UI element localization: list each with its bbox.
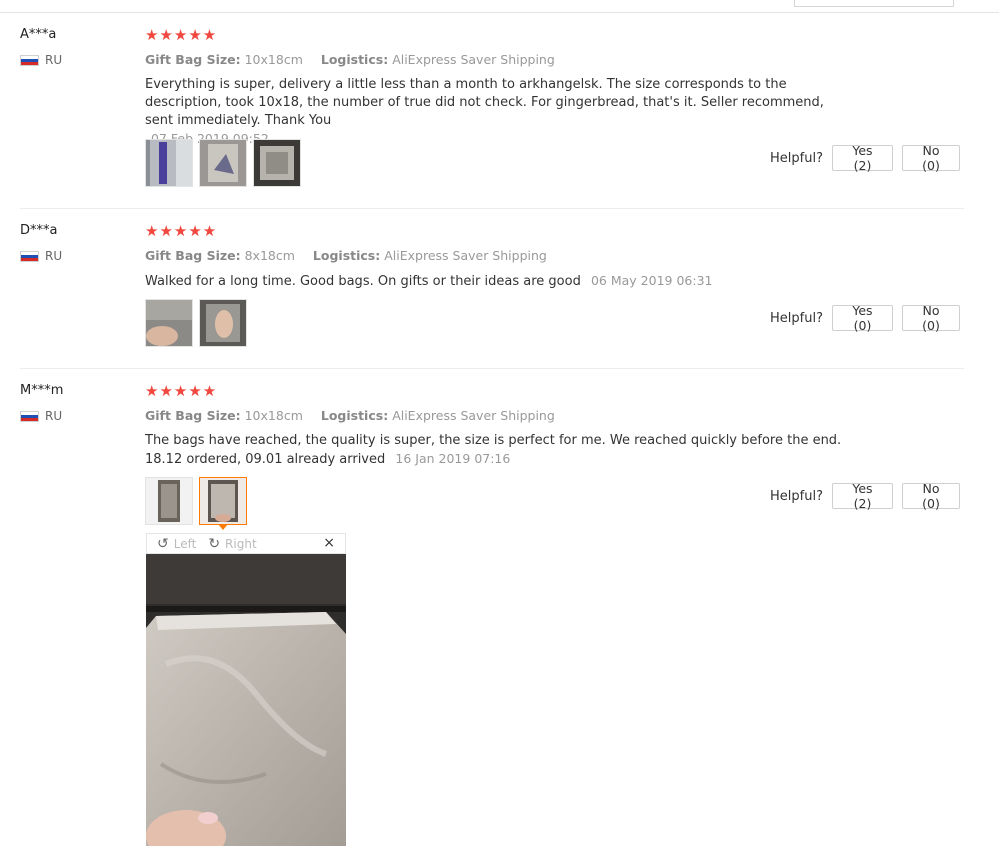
review-text-block: Walked for a long time. Good bags. On gi…	[145, 272, 855, 291]
review-text-block: The bags have reached, the quality is su…	[145, 432, 855, 469]
review-divider	[20, 208, 964, 209]
review-photo-thumb-selected[interactable]	[199, 477, 247, 525]
review-photo-thumb[interactable]	[145, 299, 193, 347]
attr-value: 8x18cm	[244, 248, 295, 263]
reviewer-name: A***a	[20, 27, 57, 42]
helpful-no-button[interactable]: No (0)	[901, 481, 960, 511]
review-attributes: Gift Bag Size: 8x18cm Logistics: AliExpr…	[145, 248, 561, 263]
helpful-label: Helpful?	[770, 150, 823, 166]
russia-flag-icon	[20, 410, 39, 422]
viewer-photo	[146, 554, 346, 846]
attr-value: 10x18cm	[244, 52, 303, 67]
attr-value: AliExpress Saver Shipping	[392, 408, 555, 423]
russia-flag-icon	[20, 54, 39, 66]
reviewer-country: RU	[20, 409, 62, 423]
attr-value: 10x18cm	[244, 408, 303, 423]
star-rating: ★★★★★	[145, 26, 218, 44]
review-photo-thumb[interactable]	[253, 139, 301, 187]
helpful-no-button[interactable]: No (0)	[901, 303, 960, 333]
star-rating: ★★★★★	[145, 382, 218, 400]
review-photo-thumb[interactable]	[199, 139, 247, 187]
review-photos	[145, 139, 301, 187]
rotate-right-label: Right	[225, 536, 257, 551]
reviewer-country: RU	[20, 249, 62, 263]
helpful-yes-button[interactable]: Yes (2)	[831, 481, 893, 511]
attr-label: Gift Bag Size:	[145, 248, 241, 263]
helpful-yes-button[interactable]: Yes (0)	[831, 303, 893, 333]
rotate-right-icon: ↻	[208, 535, 221, 552]
helpful-label: Helpful?	[770, 310, 823, 326]
attr-value: AliExpress Saver Shipping	[392, 52, 555, 67]
attr-label: Logistics:	[320, 408, 389, 423]
review-attributes: Gift Bag Size: 10x18cm Logistics: AliExp…	[145, 52, 569, 67]
review-photo-thumb[interactable]	[199, 299, 247, 347]
review-text: Everything is super, delivery a little l…	[145, 77, 824, 128]
rotate-left-icon: ↺	[157, 535, 169, 552]
review-date: 16 Jan 2019 07:16	[395, 451, 511, 466]
reviewer-country: RU	[20, 53, 62, 67]
russia-flag-icon	[20, 250, 39, 262]
review-photo-thumb[interactable]	[145, 139, 193, 187]
attr-label: Logistics:	[312, 248, 381, 263]
attr-label: Gift Bag Size:	[145, 408, 241, 423]
helpful-no-button[interactable]: No (0)	[901, 143, 960, 173]
helpful-vote: Helpful? Yes (0) No (0)	[770, 303, 960, 333]
photo-viewer: ↺ Left ↻ Right ×	[146, 524, 346, 846]
country-code: RU	[45, 249, 63, 263]
helpful-yes-button[interactable]: Yes (2)	[831, 143, 893, 173]
star-rating: ★★★★★	[145, 222, 218, 240]
helpful-vote: Helpful? Yes (2) No (0)	[770, 481, 960, 511]
rotate-left-button[interactable]: ↺ Left	[157, 536, 196, 552]
viewer-pointer	[218, 524, 228, 530]
review-text: Walked for a long time. Good bags. On gi…	[145, 274, 581, 289]
rotate-right-button[interactable]: ↻ Right	[208, 536, 256, 552]
reviewer-name: D***a	[20, 223, 58, 238]
review-photos	[145, 299, 247, 347]
review-divider	[20, 368, 964, 369]
helpful-vote: Helpful? Yes (2) No (0)	[770, 143, 960, 173]
review-date: 06 May 2019 06:31	[590, 273, 713, 288]
helpful-label: Helpful?	[770, 488, 823, 504]
attr-label: Logistics:	[320, 52, 389, 67]
close-icon[interactable]: ×	[323, 535, 335, 551]
viewer-toolbar: ↺ Left ↻ Right ×	[146, 533, 346, 554]
country-code: RU	[45, 53, 63, 67]
attr-label: Gift Bag Size:	[145, 52, 241, 67]
sort-dropdown[interactable]	[794, 0, 954, 7]
reviewer-name: M***m	[20, 383, 64, 398]
review-photo-thumb[interactable]	[145, 477, 193, 525]
review-photos	[145, 477, 247, 525]
top-bar	[0, 0, 999, 13]
attr-value: AliExpress Saver Shipping	[384, 248, 547, 263]
review-attributes: Gift Bag Size: 10x18cm Logistics: AliExp…	[145, 408, 569, 423]
rotate-left-label: Left	[173, 536, 197, 551]
country-code: RU	[45, 409, 63, 423]
